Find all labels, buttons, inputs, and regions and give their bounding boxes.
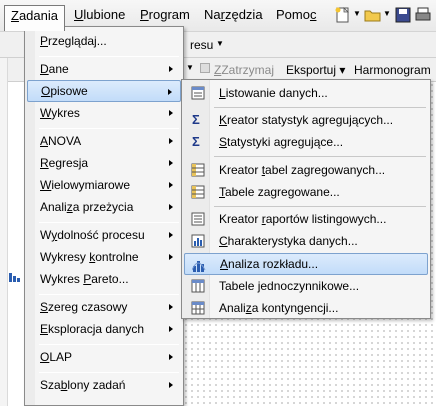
submenu-arrow-icon [169, 138, 173, 144]
menu-separator [39, 372, 179, 373]
submenu-arrow-icon [169, 254, 173, 260]
submenu-arrow-icon [169, 304, 173, 310]
save-icon[interactable] [394, 6, 412, 24]
menu-item-regresja[interactable]: Regresja [27, 152, 181, 174]
menu-pomoc[interactable]: Pomoc [270, 5, 322, 27]
menu-item-dane[interactable]: Dane [27, 58, 181, 80]
report-wizard-icon [191, 212, 205, 226]
left-panel-edge [0, 58, 8, 406]
menu-separator [39, 222, 179, 223]
submenu-item-kreator-tabel[interactable]: Kreator tabel zagregowanych... [184, 159, 428, 181]
sigma-icon: Σ [192, 134, 200, 149]
one-way-table-icon [191, 279, 205, 293]
menu-item-eksploracja-danych[interactable]: Eksploracja danych [27, 318, 181, 340]
menu-item-wielowymiarowe[interactable]: Wielowymiarowe [27, 174, 181, 196]
new-dropdown-icon[interactable]: ▼ [353, 9, 361, 18]
menu-separator [39, 56, 179, 57]
contingency-icon [191, 301, 205, 315]
pareto-chart-icon [9, 273, 20, 282]
menu-zadania[interactable]: Zadania [4, 5, 65, 31]
submenu-arrow-icon [169, 326, 173, 332]
export-button[interactable]: Eksportuj ▾ [286, 63, 345, 77]
schedule-button[interactable]: Harmonogram [354, 63, 431, 77]
submenu-item-kreator-statystyk[interactable]: Σ Kreator statystyk agregujących... [184, 109, 428, 131]
submenu-item-analiza-rozkladu[interactable]: Analiza rozkładu... [184, 253, 428, 275]
menu-item-opisowe[interactable]: Opisowe [27, 80, 181, 102]
chevron-down-icon[interactable]: ▼ [186, 63, 194, 72]
submenu-item-kreator-raportow[interactable]: Kreator raportów listingowych... [184, 208, 428, 230]
submenu-arrow-icon [169, 232, 173, 238]
menu-item-anova[interactable]: ANOVA [27, 130, 181, 152]
menu-item-olap[interactable]: OLAP [27, 346, 181, 368]
menu-separator [214, 107, 426, 108]
stop-button[interactable]: ZZatrzymaj [214, 63, 274, 77]
menu-ulubione[interactable]: Ulubione [68, 5, 131, 27]
submenu-item-listowanie-danych[interactable]: Listowanie danych... [184, 82, 428, 104]
submenu-item-tabele-jednoczynnikowe[interactable]: Tabele jednoczynnikowe... [184, 275, 428, 297]
submenu-arrow-icon [169, 110, 173, 116]
submenu-arrow-icon [169, 182, 173, 188]
menu-separator [214, 156, 426, 157]
opisowe-submenu: Listowanie danych... Σ Kreator statystyk… [181, 79, 431, 319]
menu-item-wykres[interactable]: Wykres [27, 102, 181, 124]
table-wizard-icon [191, 163, 205, 177]
menu-item-wykresy-kontrolne[interactable]: Wykresy kontrolne [27, 246, 181, 268]
menu-narzedzia[interactable]: Narzędzia [198, 5, 269, 27]
chevron-down-icon[interactable]: ▼ [216, 39, 224, 48]
submenu-arrow-icon [169, 204, 173, 210]
characteristics-icon [191, 234, 205, 248]
menu-separator [214, 206, 426, 207]
stop-icon [200, 63, 210, 73]
menu-item-wydolnosc-procesu[interactable]: Wydolność procesu [27, 224, 181, 246]
submenu-item-tabele-zagregowane[interactable]: Tabele zagregowane... [184, 181, 428, 203]
submenu-item-charakterystyka-danych[interactable]: Charakterystyka danych... [184, 230, 428, 252]
submenu-arrow-icon [169, 382, 173, 388]
menu-separator [39, 344, 179, 345]
menu-item-szablony-zadan[interactable]: Szablony zadań [27, 374, 181, 396]
submenu-item-analiza-kontyngencji[interactable]: Analiza kontyngencji... [184, 297, 428, 319]
submenu-arrow-icon [169, 354, 173, 360]
open-dropdown-icon[interactable]: ▼ [383, 9, 391, 18]
histogram-icon [192, 261, 206, 272]
menu-separator [39, 294, 179, 295]
menu-item-szereg-czasowy[interactable]: Szereg czasowy [27, 296, 181, 318]
sigma-icon: Σ [192, 112, 200, 127]
background-toolbar-text: resu [190, 38, 214, 52]
menu-program[interactable]: Program [134, 5, 196, 27]
menu-item-przegladaj[interactable]: Przeglądaj... [27, 30, 181, 52]
menu-item-analiza-przezycia[interactable]: Analiza przeżycia [27, 196, 181, 218]
table-icon [191, 185, 205, 199]
zadania-menu: Przeglądaj... Dane Opisowe Wykres ANOVA … [24, 26, 184, 406]
submenu-arrow-icon [169, 66, 173, 72]
submenu-item-statystyki-agregujace[interactable]: Σ Statystyki agregujące... [184, 131, 428, 153]
submenu-arrow-icon [168, 89, 172, 95]
print-icon[interactable] [414, 6, 432, 24]
menu-item-wykres-pareto[interactable]: Wykres Pareto... [27, 268, 181, 290]
list-data-icon [191, 86, 205, 100]
new-icon[interactable] [334, 6, 352, 24]
open-folder-icon[interactable] [364, 6, 382, 24]
menu-separator [39, 128, 179, 129]
submenu-arrow-icon [169, 160, 173, 166]
